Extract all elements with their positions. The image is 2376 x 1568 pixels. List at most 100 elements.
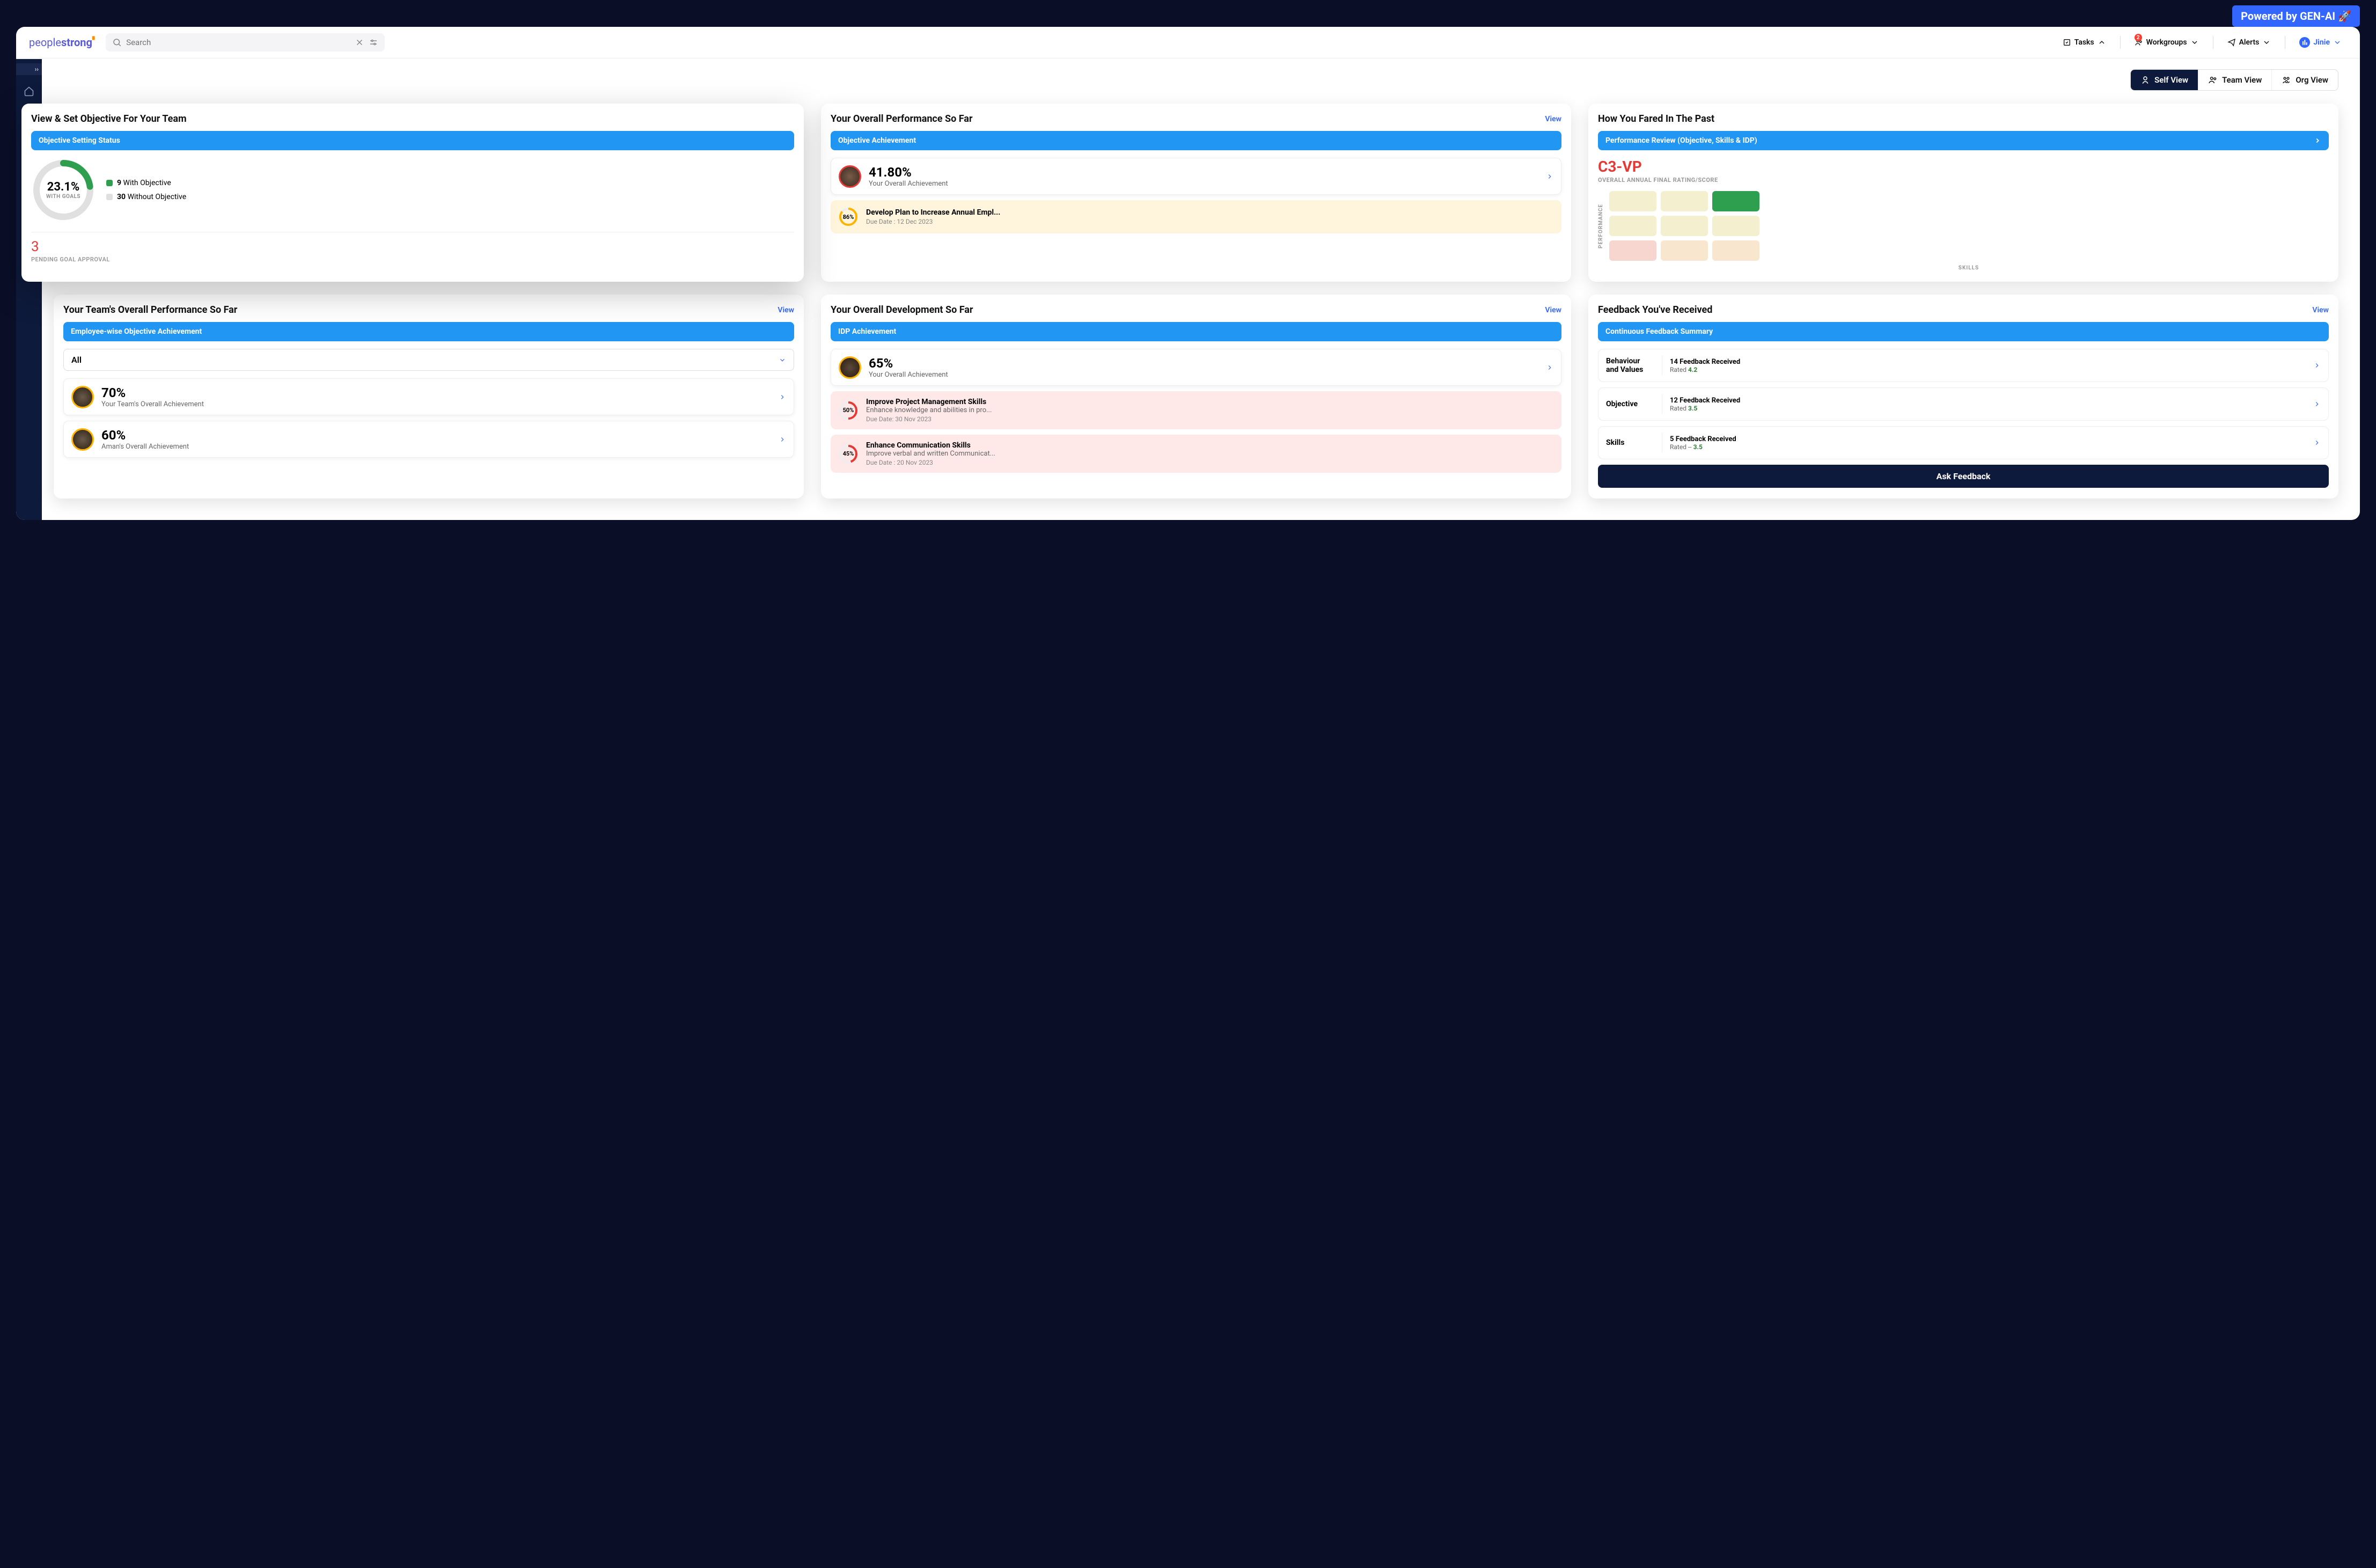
performance-matrix: PERFORMANCE	[1598, 191, 2329, 261]
card-overall-performance: Your Overall Performance So Far View Obj…	[821, 104, 1571, 282]
card-team-performance: Your Team's Overall Performance So Far V…	[54, 295, 804, 499]
team-pct: 60%	[101, 428, 771, 443]
feedback-row[interactable]: Skills 5 Feedback Received Rated -- 3.5	[1598, 426, 2329, 459]
feedback-row[interactable]: Objective 12 Feedback Received Rated 3.5	[1598, 387, 2329, 421]
logo-mark: ▘	[92, 36, 97, 43]
chevron-down-icon	[2333, 38, 2342, 47]
matrix-cell	[1661, 191, 1708, 211]
filter-value: All	[71, 355, 82, 365]
team-row[interactable]: 70% Your Team's Overall Achievement	[63, 378, 794, 415]
goal-title: Enhance Communication Skills	[866, 441, 1554, 450]
matrix-cell	[1609, 240, 1656, 261]
home-icon[interactable]	[23, 85, 35, 98]
idp-goal-row[interactable]: 45% Enhance Communication Skills Improve…	[831, 435, 1561, 473]
team-row[interactable]: 60% Aman's Overall Achievement	[63, 421, 794, 458]
workgroups-badge: 2	[2135, 34, 2142, 41]
view-team[interactable]: Team View	[2198, 70, 2272, 90]
donut-pct: 23.1%	[47, 180, 80, 194]
matrix-cell	[1661, 216, 1708, 236]
filter-dropdown[interactable]: All	[63, 349, 794, 371]
goal-row[interactable]: 86% Develop Plan to Increase Annual Empl…	[831, 200, 1561, 233]
nav-workgroups[interactable]: 2 Workgroups	[2129, 35, 2204, 50]
matrix-cell	[1609, 191, 1656, 211]
fb-rated: Rated 4.2	[1670, 366, 2306, 373]
nav-user[interactable]: Jinie	[2294, 34, 2347, 51]
goal-progress-ring: 45%	[838, 444, 859, 464]
view-toggle: Self View Team View Org View	[16, 58, 2360, 91]
chevron-right-icon	[2313, 362, 2321, 369]
nav-alerts-label: Alerts	[2239, 38, 2260, 47]
chevron-right-icon	[2313, 439, 2321, 446]
card-overall-development: Your Overall Development So Far View IDP…	[821, 295, 1571, 499]
view-link[interactable]: View	[2312, 306, 2329, 314]
avatar	[839, 165, 861, 188]
view-self[interactable]: Self View	[2131, 70, 2198, 90]
donut-sub: WITH GOALS	[46, 194, 80, 200]
fb-category: Skills	[1606, 438, 1654, 447]
achievement-label: Your Overall Achievement	[869, 371, 1538, 379]
avatar	[71, 386, 94, 408]
fb-rated: Rated 3.5	[1670, 405, 2306, 412]
fb-count: 14 Feedback Received	[1670, 358, 2306, 366]
ask-feedback-button[interactable]: Ask Feedback	[1598, 465, 2329, 488]
nav-tasks[interactable]: Tasks	[2057, 35, 2111, 50]
search-icon	[112, 38, 122, 47]
clear-icon[interactable]	[355, 38, 364, 47]
chevron-down-icon	[779, 356, 786, 364]
overall-achievement-row[interactable]: 41.80% Your Overall Achievement	[831, 158, 1561, 195]
legend-without: 30 Without Objective	[106, 193, 186, 201]
filter-icon[interactable]	[369, 38, 378, 47]
card-subheader: Continuous Feedback Summary	[1598, 322, 2329, 341]
search-input[interactable]	[126, 38, 350, 47]
pending-count: 3	[31, 239, 794, 255]
card-title: Your Overall Development So Far	[831, 304, 973, 316]
team-label: Your Team's Overall Achievement	[101, 400, 771, 408]
pending-label: PENDING GOAL APPROVAL	[31, 256, 794, 263]
goal-title: Develop Plan to Increase Annual Empl...	[866, 208, 1554, 217]
view-org[interactable]: Org View	[2272, 70, 2338, 90]
search-box[interactable]	[106, 33, 385, 52]
view-link[interactable]: View	[1545, 115, 1561, 123]
nav-alerts[interactable]: Alerts	[2222, 35, 2277, 50]
card-subheader: IDP Achievement	[831, 322, 1561, 341]
idp-goal-row[interactable]: 50% Improve Project Management Skills En…	[831, 391, 1561, 429]
matrix-ylabel: PERFORMANCE	[1598, 191, 1604, 261]
card-subheader: Employee-wise Objective Achievement	[63, 322, 794, 341]
chevron-right-icon	[2313, 400, 2321, 408]
fb-category: Behaviour and Values	[1606, 357, 1654, 374]
goal-due: Due Date: 30 Nov 2023	[866, 415, 1554, 423]
card-title: Your Overall Performance So Far	[831, 113, 973, 124]
topbar: peoplestrong▘ Tasks 2 Workgroups	[16, 27, 2360, 58]
feedback-row[interactable]: Behaviour and Values 14 Feedback Receive…	[1598, 349, 2329, 382]
view-link[interactable]: View	[778, 306, 794, 314]
idp-achievement-row[interactable]: 65% Your Overall Achievement	[831, 349, 1561, 386]
gen-ai-badge: Powered by GEN-AI 🚀	[2232, 5, 2360, 27]
achievement-pct: 65%	[869, 356, 1538, 371]
chevron-right-icon	[779, 436, 786, 443]
goal-progress-ring: 86%	[838, 207, 859, 227]
card-past-performance: How You Fared In The Past Performance Re…	[1588, 104, 2338, 282]
view-self-label: Self View	[2154, 75, 2188, 85]
chevron-down-icon	[2190, 38, 2199, 47]
card-subheader[interactable]: Performance Review (Objective, Skills & …	[1598, 131, 2329, 150]
view-org-label: Org View	[2296, 75, 2328, 85]
sidebar-collapse[interactable]: ››	[16, 63, 42, 75]
chevron-right-icon	[779, 393, 786, 401]
chevron-right-icon	[1546, 364, 1553, 371]
legend-with: 9 With Objective	[106, 179, 186, 187]
view-link[interactable]: View	[1545, 306, 1561, 314]
view-team-label: Team View	[2222, 75, 2262, 85]
matrix-cell	[1712, 191, 1759, 211]
card-subheader: Objective Achievement	[831, 131, 1561, 150]
logo[interactable]: peoplestrong▘	[29, 36, 97, 49]
achievement-pct: 41.80%	[869, 165, 1538, 180]
goal-desc: Improve verbal and written Communicat...	[866, 450, 1554, 458]
card-title: View & Set Objective For Your Team	[31, 113, 187, 124]
team-pct: 70%	[101, 385, 771, 400]
rating-value: C3-VP	[1598, 158, 2329, 175]
fb-category: Objective	[1606, 400, 1654, 408]
objective-donut: 23.1% WITH GOALS	[31, 158, 96, 222]
card-title: How You Fared In The Past	[1598, 113, 1714, 124]
user-avatar-icon	[2299, 37, 2310, 48]
app-frame: peoplestrong▘ Tasks 2 Workgroups	[16, 27, 2360, 520]
